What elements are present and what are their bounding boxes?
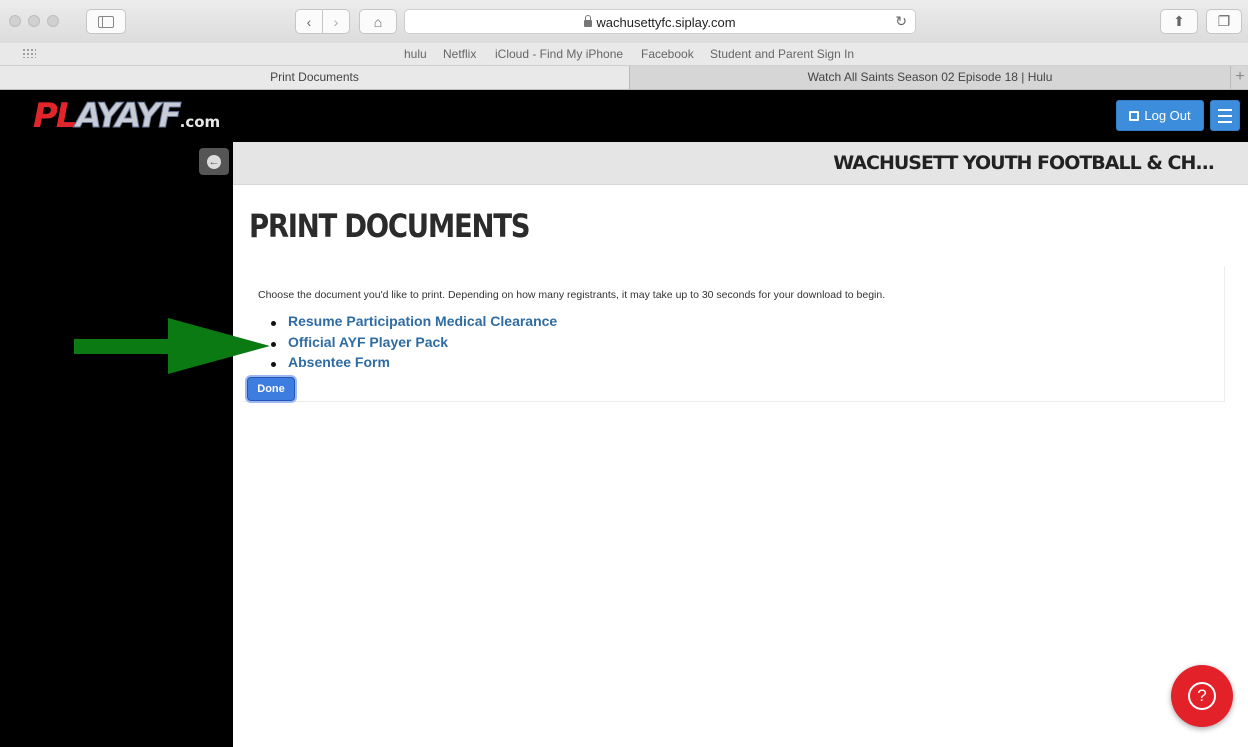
list-item: Absentee Form <box>270 354 557 375</box>
page-title: PRINT DOCUMENTS <box>249 207 531 245</box>
address-bar[interactable]: wachusettyfc.siplay.com ↻ <box>404 9 916 34</box>
arrow-left-circle-icon: ← <box>207 154 221 169</box>
tab-overview-button[interactable]: ❐ <box>1206 9 1242 34</box>
plus-icon: + <box>1235 68 1245 85</box>
sidebar-collapse-button[interactable]: ← <box>199 148 229 175</box>
favorite-link[interactable]: hulu <box>404 47 427 61</box>
back-button[interactable]: ‹ <box>295 9 323 34</box>
resume-medical-clearance-link[interactable]: Resume Participation Medical Clearance <box>288 313 557 329</box>
tab-print-documents[interactable]: Print Documents <box>0 66 629 89</box>
tab-hulu[interactable]: Watch All Saints Season 02 Episode 18 | … <box>630 66 1230 89</box>
playayf-logo[interactable]: PLAYAYF.com <box>33 99 220 139</box>
tab-bar: Print Documents Watch All Saints Season … <box>0 66 1248 90</box>
home-button[interactable]: ⌂ <box>359 9 397 34</box>
sidebar-icon <box>98 15 114 28</box>
new-tab-button[interactable]: + <box>1230 66 1248 89</box>
help-button[interactable]: ? <box>1171 665 1233 727</box>
zoom-window-button[interactable] <box>47 15 59 27</box>
site-header: PLAYAYF.com Log Out <box>0 90 1248 142</box>
org-name: WACHUSETT YOUTH FOOTBALL & CH... <box>833 152 1215 174</box>
favorite-link[interactable]: Facebook <box>641 47 694 61</box>
favorites-bar: hulu Netflix iCloud - Find My iPhone Fac… <box>0 43 1248 66</box>
logout-button[interactable]: Log Out <box>1116 100 1204 131</box>
question-icon: ? <box>1188 682 1216 710</box>
chevron-right-icon: › <box>333 13 339 30</box>
logout-label: Log Out <box>1144 108 1191 123</box>
chevron-left-icon: ‹ <box>306 13 312 30</box>
browser-toolbar: ‹ › ⌂ wachusettyfc.siplay.com ↻ ⬆ ❐ <box>0 0 1248 44</box>
intro-text: Choose the document you'd like to print.… <box>258 289 886 301</box>
list-item: Resume Participation Medical Clearance <box>270 313 557 334</box>
grid-icon[interactable] <box>22 48 36 58</box>
hamburger-icon <box>1218 109 1232 111</box>
favorite-link[interactable]: Student and Parent Sign In <box>710 47 854 61</box>
favorite-link[interactable]: iCloud - Find My iPhone <box>495 47 623 61</box>
absentee-form-link[interactable]: Absentee Form <box>288 354 390 370</box>
green-arrow-annotation <box>74 318 270 374</box>
done-button[interactable]: Done <box>247 377 295 401</box>
sidebar <box>0 142 233 747</box>
menu-button[interactable] <box>1210 100 1240 131</box>
sidebar-toggle-button[interactable] <box>86 9 126 34</box>
home-icon: ⌂ <box>373 13 383 30</box>
forward-button[interactable]: › <box>322 9 350 34</box>
share-icon: ⬆ <box>1173 13 1185 29</box>
reload-icon[interactable]: ↻ <box>895 13 907 30</box>
url-text: wachusettyfc.siplay.com <box>596 15 736 30</box>
share-button[interactable]: ⬆ <box>1160 9 1198 34</box>
lock-icon <box>584 15 593 27</box>
minimize-window-button[interactable] <box>28 15 40 27</box>
close-window-button[interactable] <box>9 15 21 27</box>
document-list: Resume Participation Medical Clearance O… <box>270 313 557 375</box>
favorite-link[interactable]: Netflix <box>443 47 476 61</box>
org-titlebar: WACHUSETT YOUTH FOOTBALL & CH... <box>233 142 1248 185</box>
sign-out-icon <box>1129 110 1140 121</box>
tabs-icon: ❐ <box>1217 13 1231 29</box>
ayf-player-pack-link[interactable]: Official AYF Player Pack <box>288 334 448 350</box>
list-item: Official AYF Player Pack <box>270 334 557 355</box>
